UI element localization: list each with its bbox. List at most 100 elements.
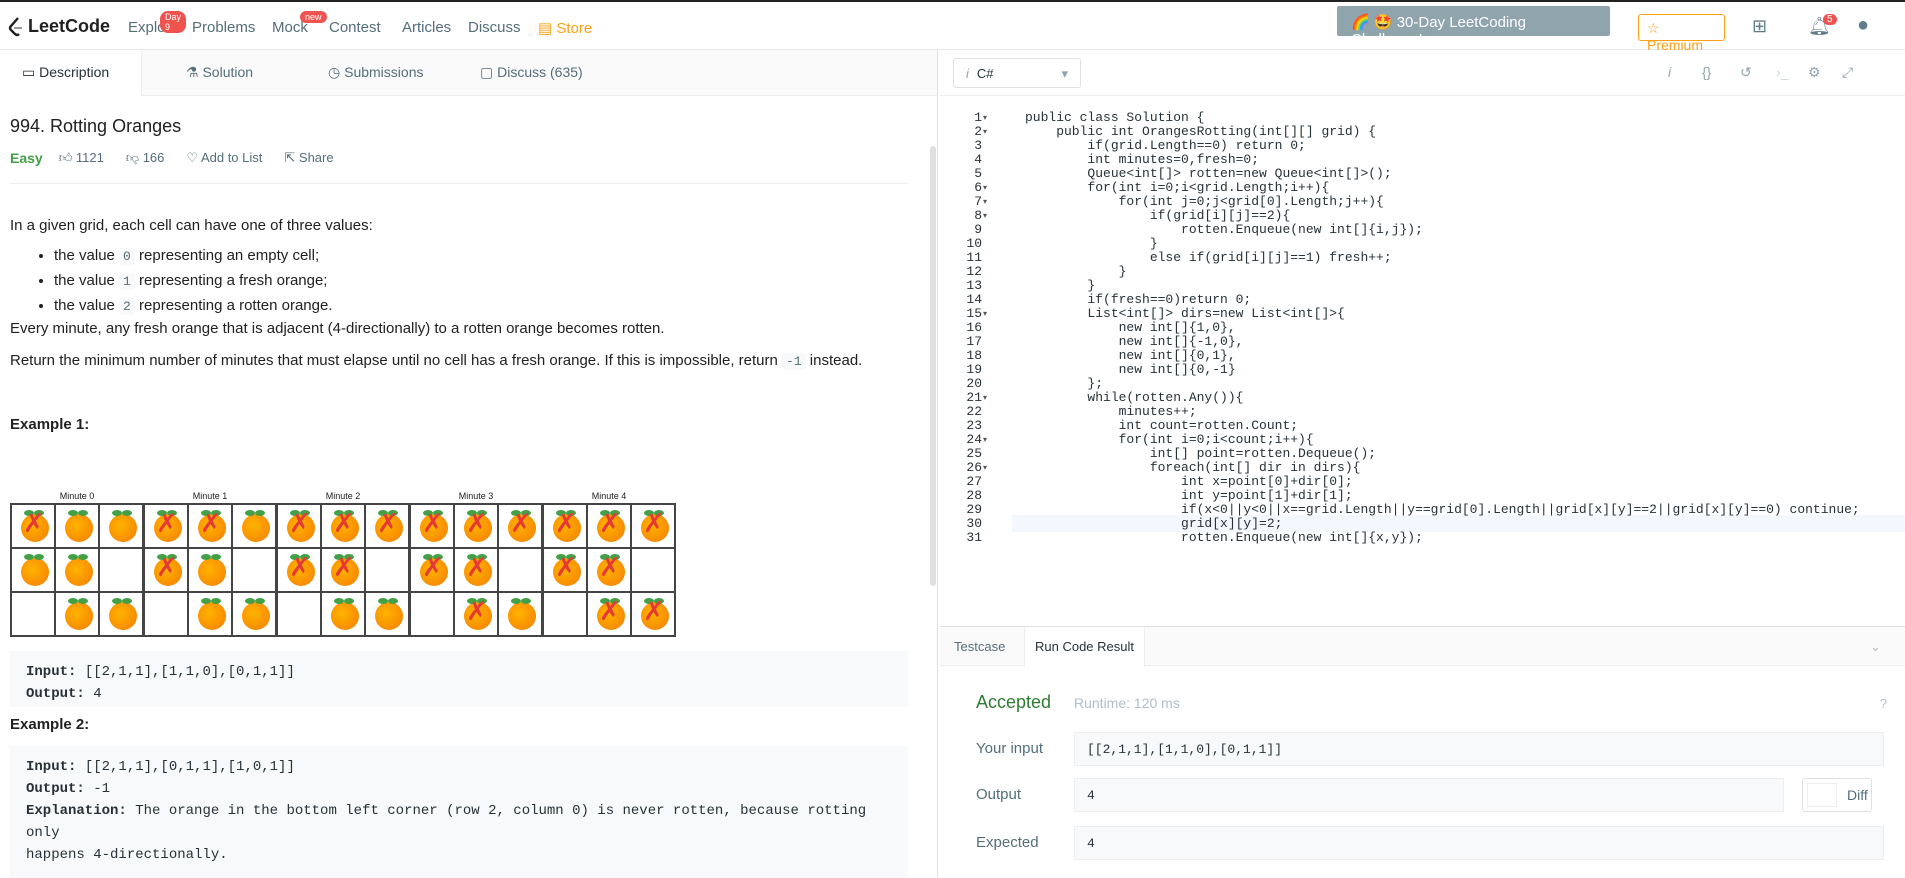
example-1-box: Input: [[2,1,1],[1,1,0],[0,1,1]] Output:…: [10, 651, 908, 707]
fold-arrow-icon[interactable]: ▾: [983, 393, 987, 402]
diff-checkbox[interactable]: [1807, 783, 1837, 807]
nav-discuss[interactable]: Discuss: [468, 19, 521, 36]
example-2-box: Input: [[2,1,1],[0,1,1],[1,0,1]] Output:…: [10, 746, 908, 878]
tab-discuss[interactable]: ▢ Discuss (635): [480, 64, 583, 81]
code-line: for(int i=0;i<count;i++){: [1025, 432, 1314, 447]
premium-button[interactable]: ☆ Premium: [1638, 14, 1725, 53]
terminal-icon[interactable]: ›_: [1776, 64, 1788, 80]
leetcode-logo-icon: [8, 16, 22, 36]
line-number: 3: [974, 138, 982, 153]
tab-solution[interactable]: ⚗ Solution: [186, 64, 253, 81]
share-icon: ⇱: [284, 150, 299, 165]
leaf-icon: [68, 554, 78, 560]
braces-icon[interactable]: {}: [1702, 64, 1711, 80]
tab-description[interactable]: ▭ Description: [0, 50, 142, 96]
user-avatar-icon[interactable]: ●: [1857, 14, 1869, 37]
share-button[interactable]: ⇱ Share: [284, 150, 333, 166]
chevron-down-icon[interactable]: ⌄: [1870, 639, 1881, 655]
nav-explore[interactable]: Explore Day 9: [128, 11, 187, 36]
nav-store-label: Store: [556, 20, 593, 37]
leaf-icon: [68, 598, 78, 604]
line-number: 5: [974, 166, 982, 181]
fullscreen-icon[interactable]: ⤢: [1842, 64, 1853, 81]
grid-cell: [188, 592, 232, 636]
fold-arrow-icon[interactable]: ▾: [983, 463, 987, 472]
expected-label: Expected: [976, 834, 1039, 851]
fold-arrow-icon[interactable]: ▾: [983, 127, 987, 136]
nav-contest[interactable]: Contest: [329, 19, 381, 36]
leaf-icon: [245, 598, 255, 604]
add-to-list-button[interactable]: ♡ Add to List: [186, 150, 262, 166]
language-select[interactable]: i C# ▾: [953, 58, 1081, 88]
info-icon[interactable]: i: [1668, 64, 1671, 80]
diff-toggle[interactable]: Diff: [1802, 778, 1872, 812]
line-number: 6: [974, 180, 982, 195]
dislike-button[interactable]: 👎︎ 166: [126, 150, 165, 166]
close-icon[interactable]: ×: [1433, 31, 1442, 48]
settings-icon[interactable]: ⚙: [1808, 64, 1821, 81]
explanation-label: Explanation:: [26, 803, 127, 819]
example-2-explanation: Explanation: The orange in the bottom le…: [26, 800, 892, 844]
grid-cell: ✗: [498, 504, 542, 548]
challenge-banner[interactable]: 🌈 🤩 30-Day LeetCoding Challenge! ×: [1337, 6, 1610, 48]
expected-field: 4: [1074, 826, 1884, 860]
fold-arrow-icon[interactable]: ▾: [983, 211, 987, 220]
grid-cell: ✗: [144, 504, 188, 548]
example-2-output: Output: -1: [26, 778, 892, 800]
nav-problems[interactable]: Problems: [192, 19, 255, 36]
grid-cell: [498, 548, 542, 592]
code-line: new int[]{0,1},: [1025, 348, 1236, 363]
difficulty-badge: Easy: [10, 150, 43, 166]
nav-store[interactable]: ▤ Store: [538, 19, 592, 37]
reset-icon[interactable]: ↺: [1740, 64, 1752, 81]
code-line: if(grid.Length==0) return 0;: [1025, 138, 1306, 153]
output-value: 4: [84, 686, 102, 702]
value-code: 2: [119, 298, 135, 315]
list-item: the value 0 representing an empty cell;: [54, 244, 333, 269]
rotten-x-icon: ✗: [643, 597, 665, 627]
code-line: }: [1025, 236, 1158, 251]
clock-icon: ◷: [328, 64, 345, 80]
rotten-x-icon: ✗: [466, 509, 488, 539]
fold-arrow-icon[interactable]: ▾: [983, 113, 987, 122]
grid-cell: [55, 592, 99, 636]
leetcode-logo[interactable]: LeetCode: [8, 16, 110, 37]
tab-submissions[interactable]: ◷ Submissions: [328, 64, 423, 81]
like-button[interactable]: 👍︎ 1121: [59, 150, 104, 166]
playground-icon[interactable]: ⊞: [1752, 16, 1767, 37]
tab-run-code-result[interactable]: Run Code Result: [1024, 627, 1145, 667]
line-number: 14: [966, 292, 982, 307]
fold-arrow-icon[interactable]: ▾: [983, 435, 987, 444]
example-2-input: Input: [[2,1,1],[0,1,1],[1,0,1]]: [26, 756, 892, 778]
rotting-oranges-illustration: Minute 0 ✗ Minute 1 ✗ ✗ ✗ Minute 2 ✗ ✗ ✗ ✗ ✗ Minute …: [10, 491, 810, 641]
line-number: 15: [966, 306, 982, 321]
leaf-icon: [78, 554, 88, 560]
editor-toolbar: i C# ▾ i {} ↺ ›_ ⚙ ⤢: [940, 50, 1905, 96]
info-icon: i: [966, 66, 969, 81]
value-list: the value 0 representing an empty cell; …: [54, 244, 333, 319]
grid-cell: ✗: [543, 504, 587, 548]
line-number: 26: [966, 460, 982, 475]
help-icon[interactable]: ?: [1880, 696, 1887, 711]
value-post: representing a rotten orange.: [134, 297, 333, 314]
rotten-x-icon: ✗: [466, 553, 488, 583]
tab-testcase[interactable]: Testcase: [954, 639, 1005, 654]
fold-arrow-icon[interactable]: ▾: [983, 183, 987, 192]
grid-cell: ✗: [587, 592, 631, 636]
line-number: 16: [966, 320, 982, 335]
code-line: grid[x][y]=2;: [1025, 516, 1283, 531]
run-result: Accepted Runtime: 120 ms ? Your input [[…: [940, 666, 1905, 878]
nav-articles[interactable]: Articles: [402, 19, 451, 36]
intro-text: In a given grid, each cell can have one …: [10, 217, 373, 234]
code-line: if(grid[i][j]==2){: [1025, 208, 1291, 223]
line-number: 13: [966, 278, 982, 293]
left-scrollbar[interactable]: [930, 146, 936, 586]
code-line: for(int i=0;i<grid.Length;i++){: [1025, 180, 1330, 195]
status-accepted: Accepted: [976, 692, 1052, 712]
fold-arrow-icon[interactable]: ▾: [983, 309, 987, 318]
notification-count: 5: [1823, 14, 1837, 25]
nav-mock[interactable]: Mock new: [272, 11, 327, 36]
fold-arrow-icon[interactable]: ▾: [983, 197, 987, 206]
grid-cell: ✗: [410, 504, 454, 548]
code-editor[interactable]: 1 ▾ public class Solution {2 ▾ public int O…: [940, 96, 1905, 626]
